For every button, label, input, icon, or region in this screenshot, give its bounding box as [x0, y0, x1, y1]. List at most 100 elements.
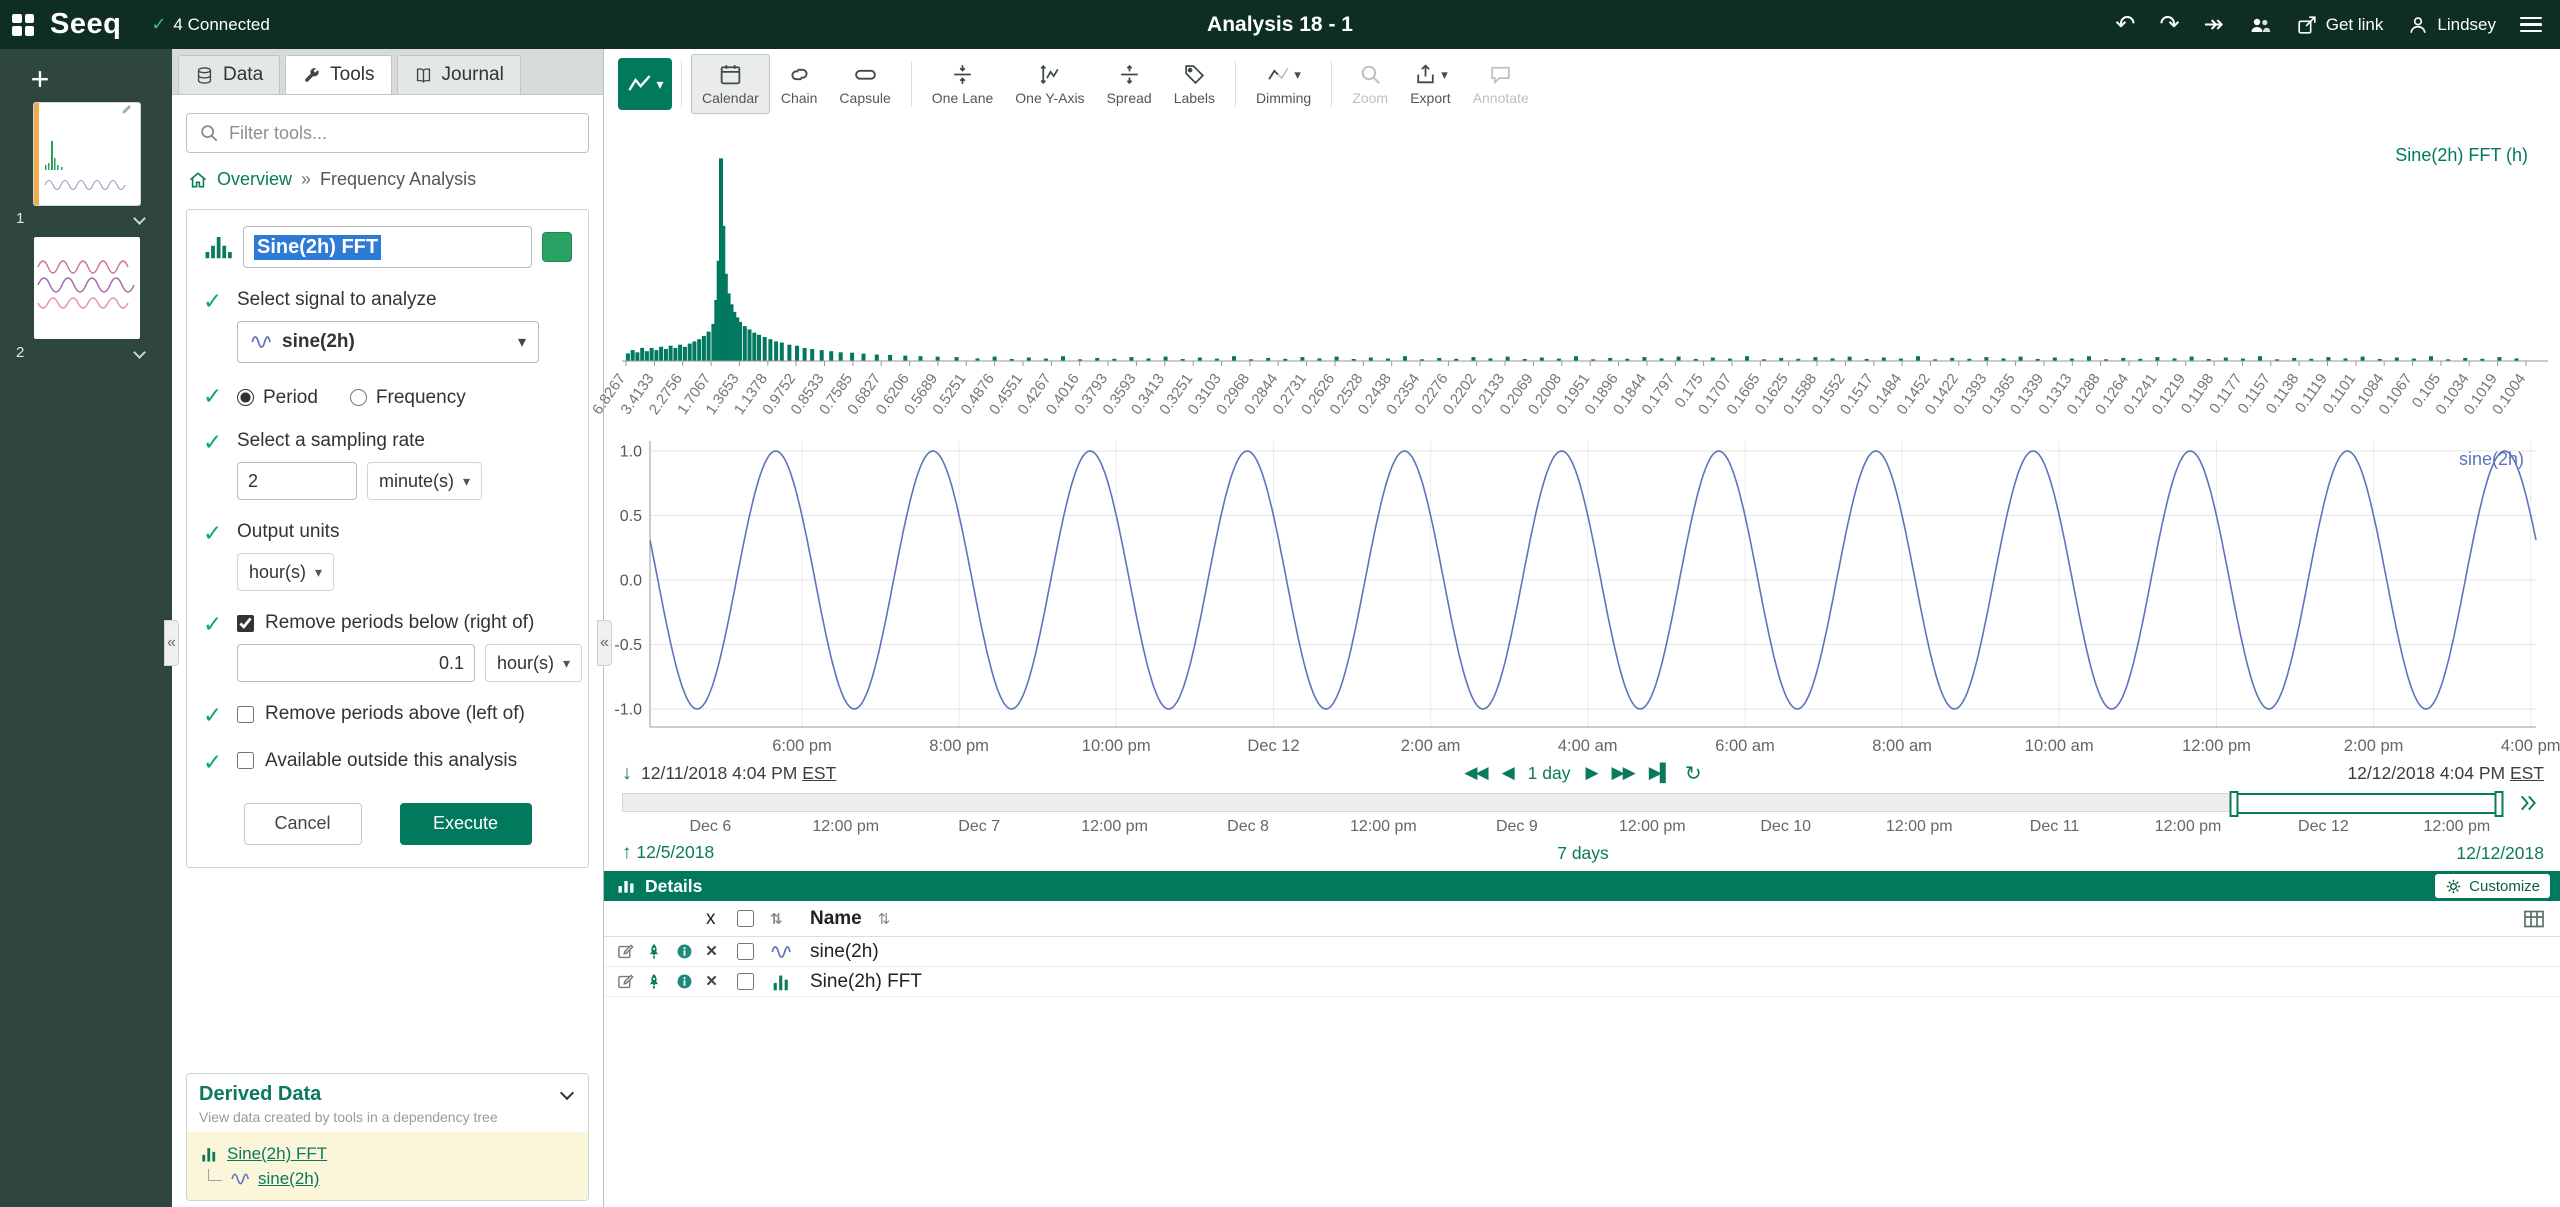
row-checkbox[interactable] [737, 943, 754, 960]
toolbar-one-lane-button[interactable]: One Lane [921, 54, 1005, 114]
display-range-end[interactable]: 12/12/2018 4:04 PM EST [2347, 763, 2544, 784]
item-name: sine(2h) [810, 941, 2560, 963]
auto-update-icon[interactable] [2516, 793, 2540, 813]
range-step-label[interactable]: 1 day [1528, 763, 1571, 784]
view-mode-button[interactable]: ▾ [618, 58, 672, 110]
signal-select[interactable]: sine(2h) ▾ [237, 321, 539, 363]
sort-by-type-icon[interactable]: ⇅ [770, 910, 810, 928]
svg-text:4:00 am: 4:00 am [1558, 737, 1618, 755]
remove-item-icon[interactable]: × [706, 972, 717, 991]
details-icon [616, 876, 636, 896]
forward-all-icon[interactable]: ↠ [2204, 13, 2224, 37]
brush-right-handle[interactable] [2494, 791, 2503, 817]
step-back-fast-button[interactable]: ◀◀ [1464, 763, 1486, 783]
brush-left-handle[interactable] [2230, 791, 2239, 817]
remove-below-value-input[interactable] [237, 644, 475, 682]
investigate-duration[interactable]: 7 days [1557, 843, 1609, 864]
timebar-track[interactable] [622, 793, 2502, 812]
tab-journal[interactable]: Journal [397, 55, 521, 94]
step-to-end-button[interactable]: ▶▌ [1649, 763, 1670, 783]
toolbar-spread-button[interactable]: Spread [1096, 54, 1163, 114]
toolbar-one-y-axis-button[interactable]: One Y-Axis [1004, 54, 1095, 114]
user-menu[interactable]: Lindsey [2407, 14, 2496, 36]
worksheet-2-chevron-down-icon[interactable] [133, 346, 146, 359]
undo-icon[interactable]: ↶ [2115, 13, 2135, 37]
toolbar-calendar-button[interactable]: Calendar [691, 54, 770, 114]
home-icon[interactable] [188, 170, 208, 190]
toolbar-export-button[interactable]: ▾Export [1399, 54, 1461, 114]
worksheet-2-preview [34, 237, 138, 337]
derived-data-subtitle: View data created by tools in a dependen… [199, 1109, 576, 1125]
tool-name-input[interactable]: Sine(2h) FFT [243, 226, 532, 268]
range-start-arrow-icon[interactable]: ↓ [622, 762, 632, 785]
remove-below-checkbox[interactable]: Remove periods below (right of) [237, 612, 582, 634]
info-icon[interactable] [675, 972, 694, 991]
tab-tools[interactable]: Tools [285, 55, 391, 94]
new-worksheet-button[interactable]: + [26, 63, 54, 95]
fft-chart[interactable]: 6.82673.41332.27561.70671.36531.13780.97… [622, 123, 2548, 435]
redo-icon[interactable]: ↷ [2160, 13, 2180, 37]
worksheet-1-chevron-down-icon[interactable] [133, 212, 146, 225]
timebar-selection-brush[interactable] [2232, 793, 2501, 814]
svg-text:-0.5: -0.5 [614, 637, 642, 654]
toolbar-capsule-button[interactable]: Capsule [828, 54, 901, 114]
row-checkbox[interactable] [737, 973, 754, 990]
hamburger-menu-icon[interactable] [2520, 17, 2542, 33]
color-swatch-button[interactable] [542, 232, 572, 262]
step-forward-button[interactable]: ▶ [1585, 763, 1596, 783]
refresh-icon[interactable]: ↻ [1685, 761, 1702, 786]
remove-below-unit-dropdown[interactable]: hour(s)▾ [485, 644, 582, 682]
investigate-start[interactable]: ↑ 12/5/2018 [622, 842, 714, 864]
edit-item-icon[interactable] [616, 972, 636, 992]
step-check-icon: ✓ [203, 384, 237, 409]
period-radio[interactable]: Period [237, 387, 318, 409]
add-column-icon[interactable] [2522, 907, 2546, 931]
filter-tools-input[interactable] [186, 113, 589, 153]
remove-column-header[interactable]: x [706, 908, 737, 930]
spread-icon [1117, 62, 1142, 87]
breadcrumb-overview-link[interactable]: Overview [217, 169, 292, 190]
worksheet-thumbnail-1[interactable] [34, 103, 140, 205]
derived-item-link[interactable]: sine(2h) [258, 1169, 319, 1189]
details-title: Details [645, 876, 702, 897]
details-row-sine-2h-fft[interactable]: ×Sine(2h) FFT [604, 967, 2560, 997]
investigate-end[interactable]: 12/12/2018 [2456, 843, 2544, 864]
remove-item-icon[interactable]: × [706, 942, 717, 961]
remove-above-checkbox[interactable]: Remove periods above (left of) [237, 703, 572, 725]
tools-panel: Data Tools Journal Overview » Frequency … [172, 49, 604, 1207]
output-unit-dropdown[interactable]: hour(s)▾ [237, 553, 334, 591]
customize-button[interactable]: Customize [2435, 874, 2550, 898]
fft-tool-icon [203, 232, 233, 262]
info-icon[interactable] [675, 942, 694, 961]
labels-icon [1182, 62, 1207, 87]
sampling-rate-input[interactable] [237, 462, 357, 500]
output-units-label: Output units [237, 521, 572, 543]
worksheet-thumbnail-2[interactable] [34, 237, 140, 339]
derived-item-link[interactable]: Sine(2h) FFT [227, 1144, 327, 1164]
users-icon[interactable] [2248, 13, 2272, 37]
rocket-icon[interactable] [644, 942, 664, 962]
select-all-checkbox[interactable] [737, 910, 754, 927]
get-link-button[interactable]: Get link [2296, 14, 2384, 36]
toolbar-chain-button[interactable]: Chain [770, 54, 829, 114]
toolbar-labels-button[interactable]: Labels [1163, 54, 1226, 114]
step-back-button[interactable]: ◀ [1502, 763, 1513, 783]
step-forward-fast-button[interactable]: ▶▶ [1612, 763, 1634, 783]
collapse-tools-panel-handle[interactable]: « [597, 620, 612, 666]
gear-icon [2445, 878, 2462, 895]
toolbar-dimming-button[interactable]: ▾Dimming [1245, 54, 1322, 114]
sampling-unit-dropdown[interactable]: minute(s)▾ [367, 462, 482, 500]
rocket-icon[interactable] [644, 972, 664, 992]
display-range-start[interactable]: 12/11/2018 4:04 PM EST [641, 763, 836, 784]
collapse-worksheet-panel-handle[interactable]: « [164, 620, 179, 666]
sine-chart[interactable]: 1.00.50.0-0.5-1.06:00 pm8:00 pm10:00 pmD… [604, 433, 2548, 763]
available-outside-checkbox[interactable]: Available outside this analysis [237, 750, 572, 772]
tab-data[interactable]: Data [178, 55, 280, 94]
cancel-button[interactable]: Cancel [244, 803, 362, 845]
details-row-sine-2h-[interactable]: × sine(2h) [604, 937, 2560, 967]
edit-item-icon[interactable] [616, 942, 636, 962]
frequency-radio[interactable]: Frequency [350, 387, 466, 409]
app-grid-icon[interactable] [12, 14, 34, 36]
name-column-header[interactable]: Name⇅ [810, 908, 2560, 930]
execute-button[interactable]: Execute [400, 803, 532, 845]
